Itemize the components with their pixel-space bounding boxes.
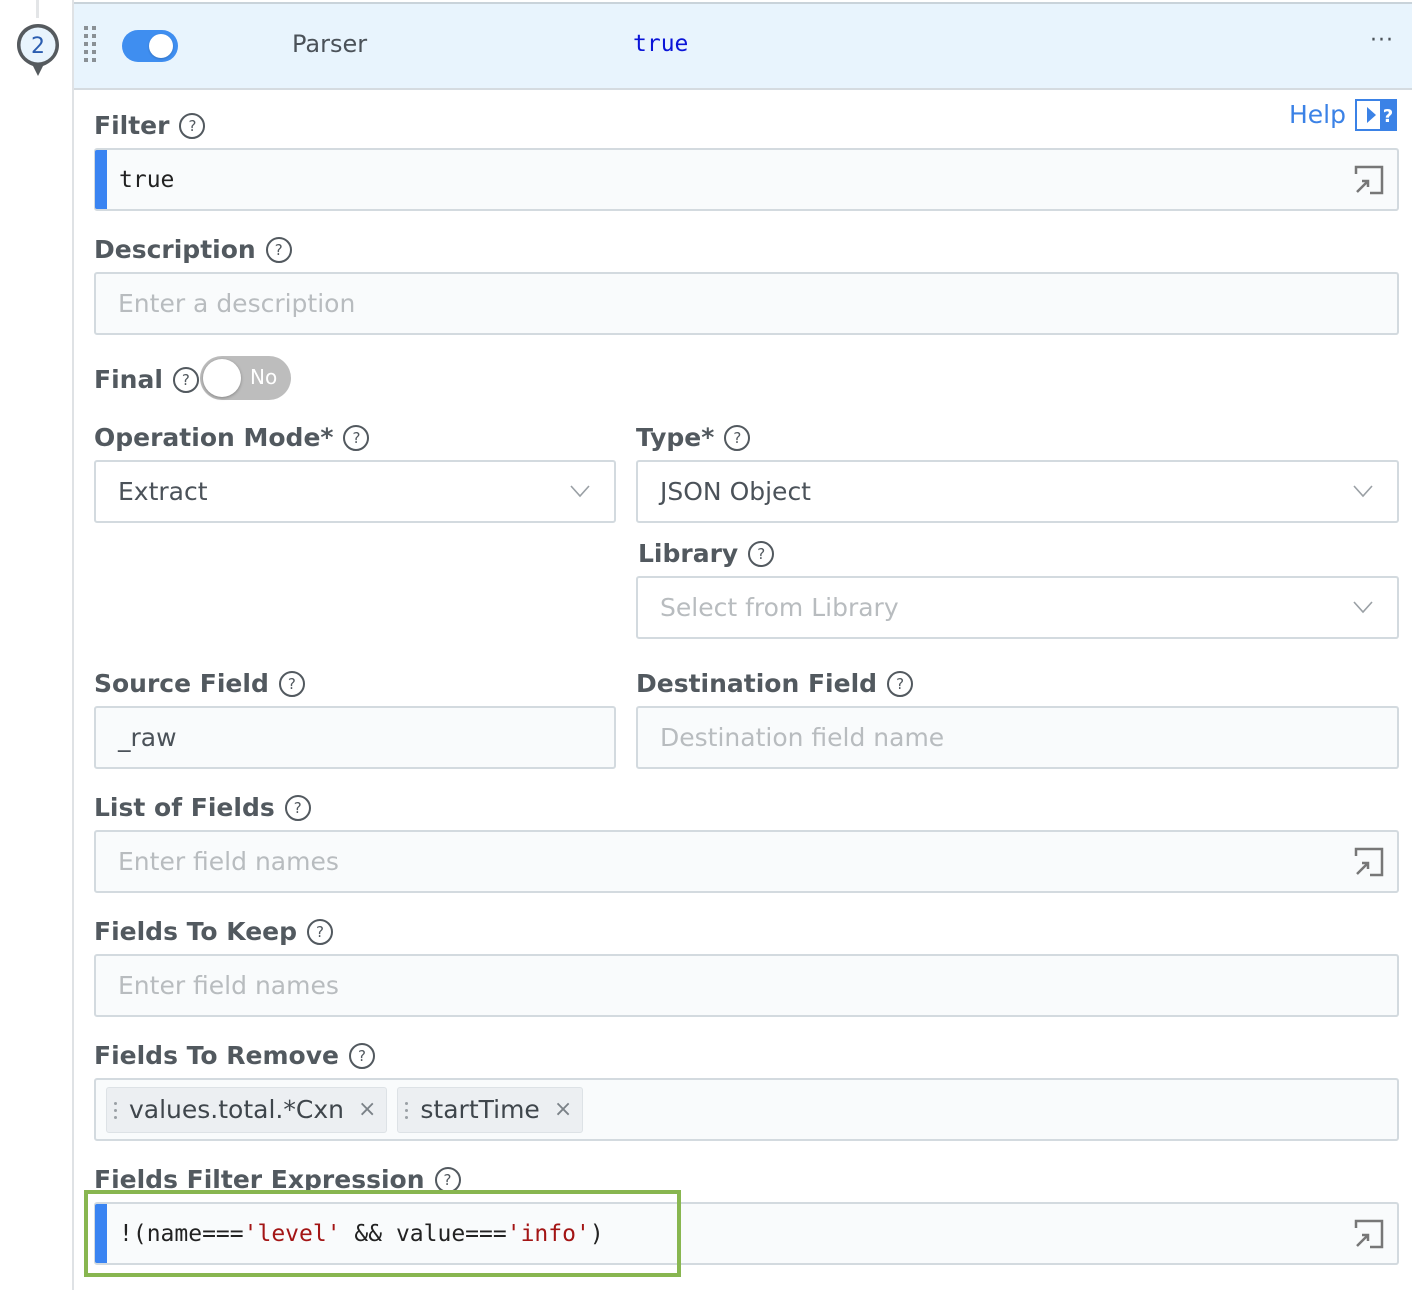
- tag-drag-handle-icon[interactable]: [113, 1100, 119, 1120]
- filter-label-text: Filter: [94, 111, 170, 140]
- chevron-down-icon[interactable]: [1353, 484, 1373, 498]
- final-label: Final ?: [94, 365, 199, 394]
- drag-handle-icon[interactable]: [84, 26, 98, 64]
- field-tag[interactable]: startTime ×: [397, 1086, 584, 1133]
- operation-mode-help-icon[interactable]: ?: [343, 424, 370, 451]
- tag-drag-handle-icon[interactable]: [404, 1100, 410, 1120]
- description-label-text: Description: [94, 235, 256, 264]
- source-field-input[interactable]: _raw: [94, 706, 616, 769]
- code-string-token: 'info': [506, 1220, 590, 1247]
- remove-tag-icon[interactable]: ×: [554, 1097, 572, 1122]
- code-token: !(name===: [119, 1220, 244, 1247]
- chevron-down-icon[interactable]: [570, 484, 590, 498]
- fields-to-remove-help-icon[interactable]: ?: [348, 1042, 375, 1069]
- field-tag[interactable]: values.total.*Cxn ×: [106, 1086, 388, 1133]
- step-number-marker: 2: [17, 24, 59, 76]
- field-tag-label: values.total.*Cxn: [129, 1095, 344, 1124]
- library-help-icon[interactable]: ?: [748, 540, 775, 567]
- svg-text:?: ?: [1383, 106, 1393, 127]
- fields-filter-expression-label: Fields Filter Expression ?: [94, 1165, 461, 1194]
- destination-field-help-icon[interactable]: ?: [887, 670, 914, 697]
- chevron-down-icon[interactable]: [1353, 600, 1373, 614]
- fields-to-keep-input[interactable]: Enter field names: [94, 954, 1399, 1017]
- description-help-icon[interactable]: ?: [265, 236, 292, 263]
- final-toggle[interactable]: No: [200, 356, 291, 400]
- more-options-icon[interactable]: ···: [1370, 28, 1394, 53]
- help-link[interactable]: Help: [1289, 100, 1346, 129]
- operation-mode-label-text: Operation Mode*: [94, 423, 334, 452]
- operation-mode-label: Operation Mode* ?: [94, 423, 370, 452]
- field-tag-label: startTime: [420, 1095, 540, 1124]
- operation-mode-value: Extract: [118, 477, 208, 506]
- description-placeholder: Enter a description: [118, 289, 356, 318]
- function-name: Parser: [292, 30, 368, 58]
- list-of-fields-label-text: List of Fields: [94, 793, 275, 822]
- source-field-help-icon[interactable]: ?: [278, 670, 305, 697]
- destination-field-placeholder: Destination field name: [660, 723, 945, 752]
- library-label-text: Library: [638, 539, 739, 568]
- library-placeholder: Select from Library: [660, 593, 899, 622]
- list-of-fields-placeholder: Enter field names: [118, 847, 339, 876]
- destination-field-input[interactable]: Destination field name: [636, 706, 1399, 769]
- panel-left-border: [72, 0, 74, 1290]
- filter-expression-value: true: [119, 166, 175, 193]
- remove-tag-icon[interactable]: ×: [358, 1097, 376, 1122]
- type-label-text: Type*: [636, 423, 715, 452]
- list-of-fields-label: List of Fields ?: [94, 793, 311, 822]
- code-token: && value===: [340, 1220, 507, 1247]
- fields-to-keep-placeholder: Enter field names: [118, 971, 339, 1000]
- code-token: ): [589, 1220, 604, 1247]
- source-field-label: Source Field ?: [94, 669, 305, 698]
- code-editor-gutter: [95, 1204, 107, 1263]
- fields-to-remove-label: Fields To Remove ?: [94, 1041, 375, 1070]
- toggle-knob: [203, 359, 241, 397]
- source-field-label-text: Source Field: [94, 669, 269, 698]
- fields-to-remove-input[interactable]: values.total.*Cxn × startTime ×: [94, 1078, 1399, 1141]
- description-label: Description ?: [94, 235, 292, 264]
- help-panel-toggle-icon[interactable]: ?: [1355, 99, 1397, 131]
- fields-to-keep-label: Fields To Keep ?: [94, 917, 334, 946]
- filter-expression-input[interactable]: true: [94, 148, 1399, 211]
- fields-filter-expression-input[interactable]: !(name==='level' && value==='info'): [94, 1202, 1399, 1265]
- destination-field-label-text: Destination Field: [636, 669, 878, 698]
- fields-filter-expression-label-text: Fields Filter Expression: [94, 1165, 425, 1194]
- expand-editor-icon[interactable]: [1353, 1218, 1385, 1250]
- type-select[interactable]: JSON Object: [636, 460, 1399, 523]
- list-of-fields-input[interactable]: Enter field names: [94, 830, 1399, 893]
- fields-filter-expression-value: !(name==='level' && value==='info'): [107, 1221, 604, 1247]
- library-label: Library ?: [638, 539, 775, 568]
- library-select[interactable]: Select from Library: [636, 576, 1399, 639]
- code-editor-gutter: [95, 150, 107, 209]
- step-number: 2: [31, 34, 45, 59]
- list-of-fields-help-icon[interactable]: ?: [284, 794, 311, 821]
- pipeline-connector-line: [36, 0, 39, 18]
- fields-to-keep-help-icon[interactable]: ?: [307, 918, 334, 945]
- final-label-text: Final: [94, 365, 163, 394]
- fields-to-keep-label-text: Fields To Keep: [94, 917, 298, 946]
- function-enabled-toggle[interactable]: [122, 30, 178, 62]
- filter-label: Filter ?: [94, 111, 206, 140]
- expand-editor-icon[interactable]: [1353, 846, 1385, 878]
- toggle-knob: [149, 34, 173, 58]
- description-input[interactable]: Enter a description: [94, 272, 1399, 335]
- type-help-icon[interactable]: ?: [724, 424, 751, 451]
- function-filter-preview: true: [633, 31, 689, 57]
- code-string-token: 'level': [243, 1220, 341, 1247]
- fields-filter-expression-help-icon[interactable]: ?: [434, 1166, 461, 1193]
- type-value: JSON Object: [660, 477, 811, 506]
- operation-mode-select[interactable]: Extract: [94, 460, 616, 523]
- final-help-icon[interactable]: ?: [172, 366, 199, 393]
- source-field-value: _raw: [118, 723, 177, 752]
- type-label: Type* ?: [636, 423, 751, 452]
- expand-editor-icon[interactable]: [1353, 164, 1385, 196]
- filter-help-icon[interactable]: ?: [179, 112, 206, 139]
- function-header-row[interactable]: Parser true ···: [74, 2, 1412, 90]
- fields-to-remove-label-text: Fields To Remove: [94, 1041, 339, 1070]
- destination-field-label: Destination Field ?: [636, 669, 914, 698]
- final-toggle-text: No: [250, 365, 278, 389]
